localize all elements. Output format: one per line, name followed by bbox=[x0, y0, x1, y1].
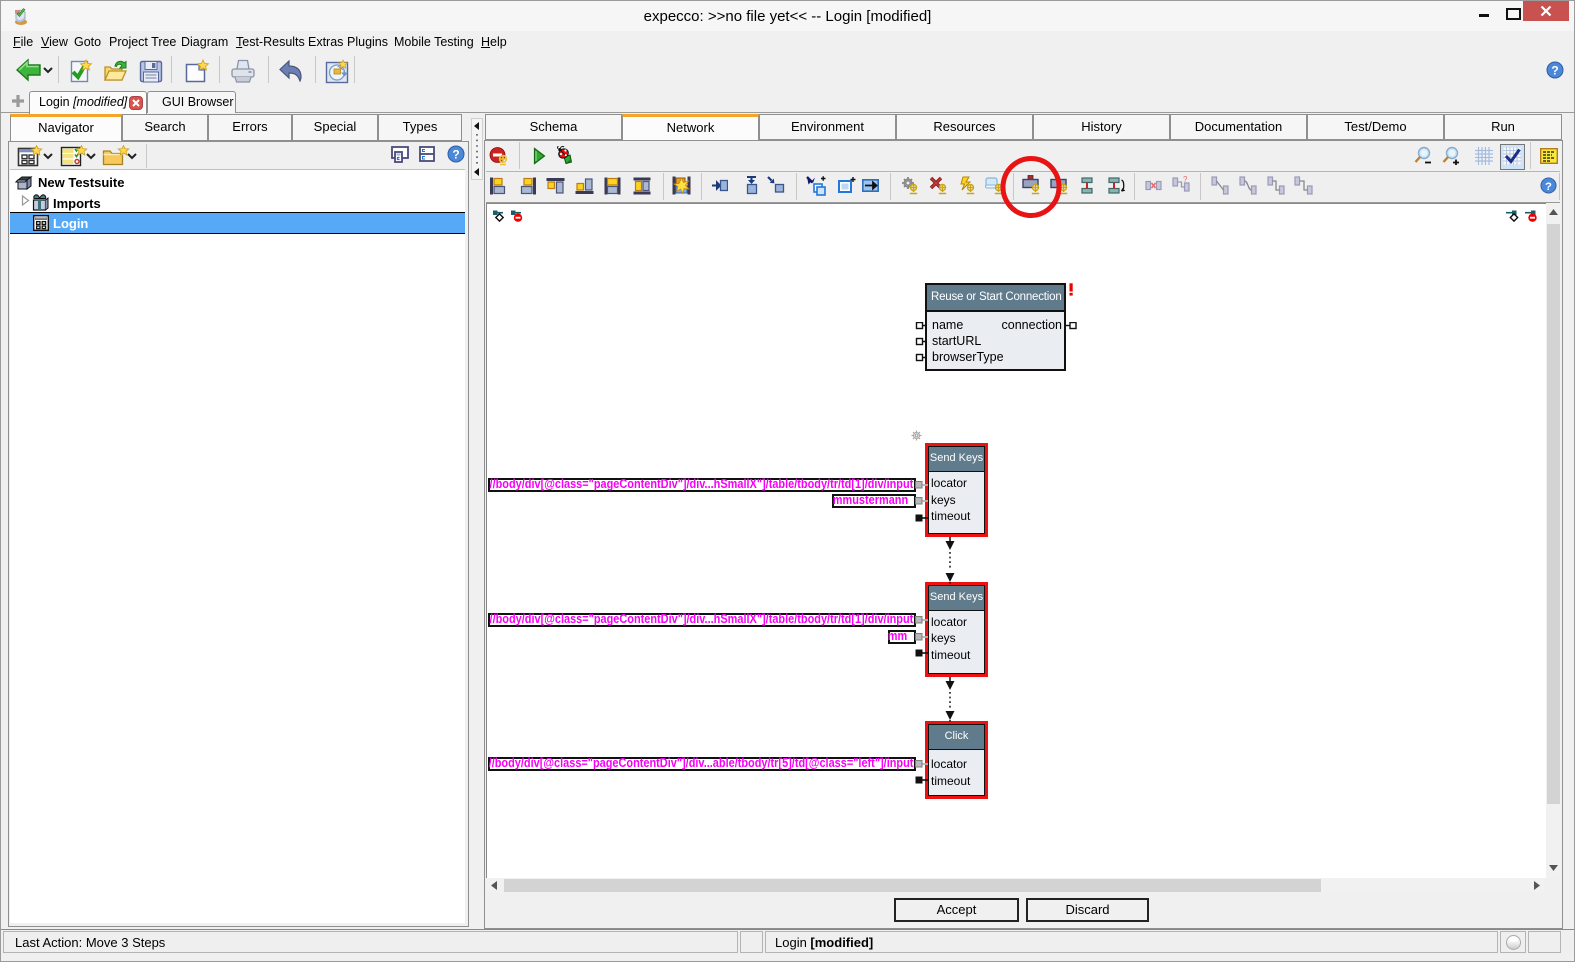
svg-text:?: ? bbox=[1545, 181, 1552, 193]
svg-text:?: ? bbox=[1183, 176, 1188, 184]
svg-text:?: ? bbox=[452, 148, 459, 162]
svg-text:?: ? bbox=[1551, 64, 1558, 78]
